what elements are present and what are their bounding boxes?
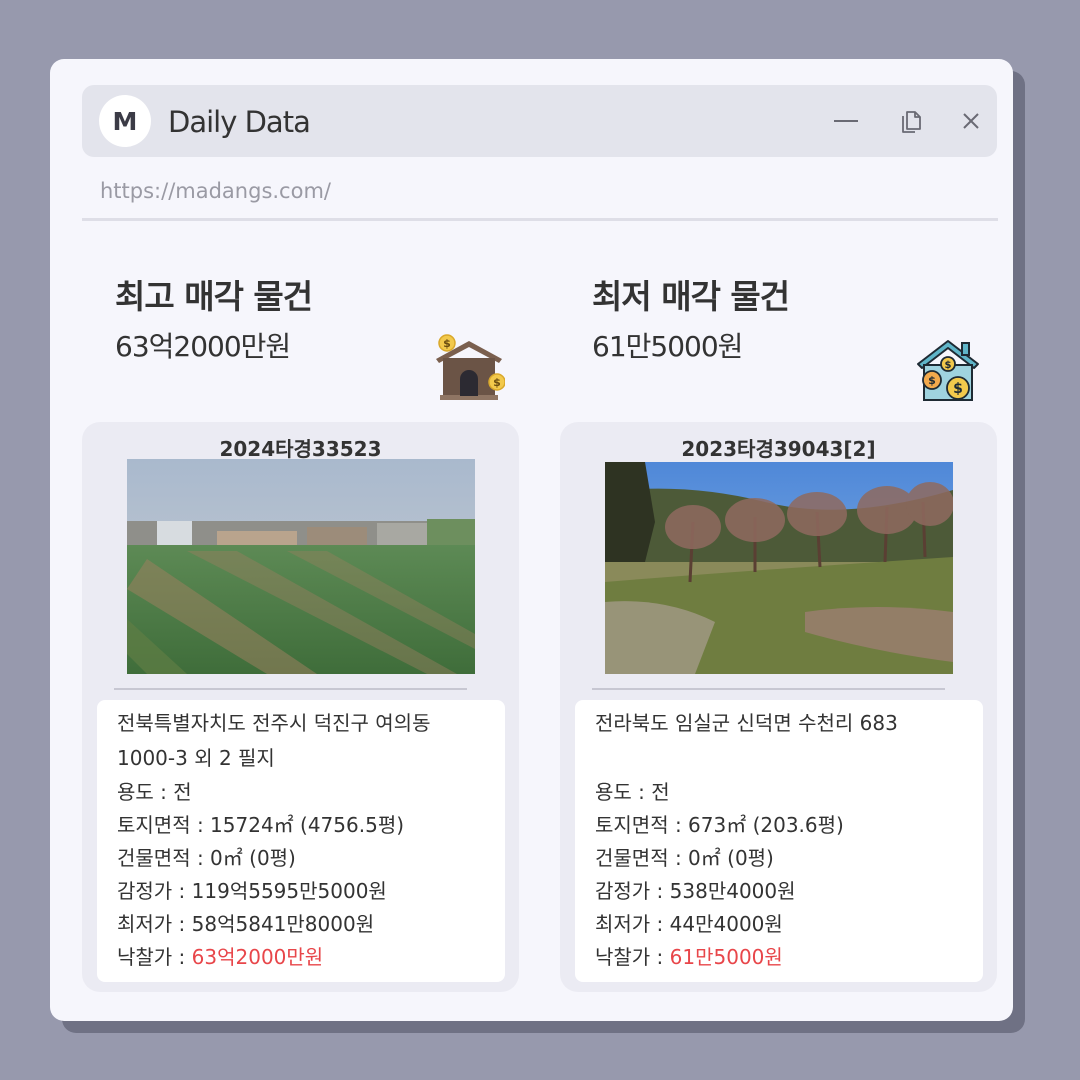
winning-bid-value: 61만5000원 (669, 945, 783, 969)
address: 전북특별자치도 전주시 덕진구 여의동 1000-3 외 2 필지 (117, 706, 485, 776)
winning-bid: 낙찰가 : 63억2000만원 (117, 941, 485, 974)
usage: 용도 : 전 (595, 780, 670, 804)
copy-icon (902, 111, 921, 133)
svg-text:$: $ (928, 374, 936, 387)
property-photo (605, 462, 953, 674)
winning-bid-label: 낙찰가 : (117, 945, 192, 969)
winning-bid-label: 낙찰가 : (595, 945, 670, 969)
app-title: Daily Data (168, 105, 311, 139)
highest-property-card[interactable]: 2024타경33523 전북특별자치도 전주시 덕진구 여의동 1000-3 외… (82, 422, 519, 992)
land-area: 토지면적 : 15724㎡ (4756.5평) (117, 813, 405, 837)
highest-title: 최고 매각 물건 (115, 277, 313, 316)
minimum-price: 최저가 : 44만4000원 (595, 912, 783, 936)
lowest-title: 최저 매각 물건 (592, 277, 790, 316)
address-line-2 (595, 741, 963, 776)
usage: 용도 : 전 (117, 780, 192, 804)
address-line-1: 전라북도 임실군 신덕면 수천리 683 (595, 711, 898, 735)
photo-divider (592, 688, 945, 690)
close-icon (963, 113, 979, 129)
case-number: 2023타경39043[2] (681, 437, 876, 461)
minimize-button[interactable] (829, 104, 863, 138)
highest-price: 63억2000만원 (115, 330, 291, 363)
minimize-icon (834, 120, 858, 122)
property-info: 전북특별자치도 전주시 덕진구 여의동 1000-3 외 2 필지 용도 : 전… (97, 700, 505, 982)
lowest-property-card[interactable]: 2023타경39043[2] 전라북도 임실군 신덕면 수천리 683 용도:… (560, 422, 997, 992)
property-info: 전라북도 임실군 신덕면 수천리 683 용도 : 전 토지면적 : 673㎡ … (575, 700, 983, 982)
copy-button[interactable] (894, 104, 928, 138)
address-line-1: 전북특별자치도 전주시 덕진구 여의동 (117, 711, 431, 735)
close-button[interactable] (954, 104, 988, 138)
appraisal-price: 감정가 : 538만4000원 (595, 879, 796, 903)
lowest-price: 61만5000원 (592, 330, 743, 363)
svg-text:$: $ (443, 337, 451, 350)
address-line-2: 1000-3 외 2 필지 (117, 746, 275, 770)
winning-bid: 낙찰가 : 61만5000원 (595, 941, 963, 974)
case-number: 2024타경33523 (219, 437, 382, 461)
minimum-price: 최저가 : 58억5841만8000원 (117, 912, 375, 936)
title-bar: M Daily Data (82, 85, 997, 157)
winning-bid-value: 63억2000만원 (191, 945, 324, 969)
property-photo (127, 459, 475, 674)
svg-text:$: $ (945, 360, 952, 371)
building-area: 건물면적 : 0㎡ (0평) (117, 846, 296, 870)
url-text[interactable]: https://madangs.com/ (100, 179, 331, 203)
building-area: 건물면적 : 0㎡ (0평) (595, 846, 774, 870)
url-divider (82, 218, 998, 221)
house-money-icon: $ $ (436, 334, 505, 400)
browser-window: M Daily Data https://madangs.com/ 최고 매각 … (50, 59, 1013, 1021)
svg-text:$: $ (953, 381, 963, 397)
app-logo: M (99, 95, 151, 147)
land-area: 토지면적 : 673㎡ (203.6평) (595, 813, 844, 837)
address: 전라북도 임실군 신덕면 수천리 683 (595, 706, 963, 776)
photo-divider (114, 688, 467, 690)
house-coins-icon: $ $ $ (917, 340, 979, 401)
appraisal-price: 감정가 : 119억5595만5000원 (117, 879, 387, 903)
svg-text:$: $ (493, 376, 501, 389)
